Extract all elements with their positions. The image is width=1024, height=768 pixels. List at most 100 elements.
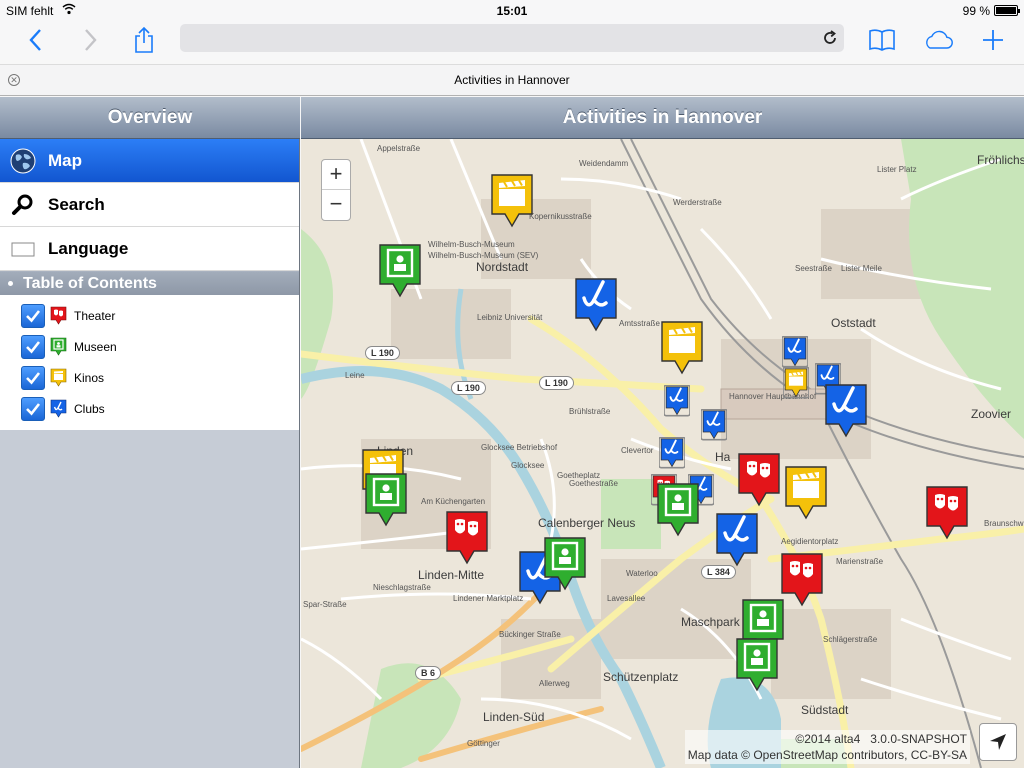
poi-marker-museum[interactable]: [654, 481, 702, 539]
poi-marker-clapperboard[interactable]: [658, 319, 706, 377]
back-button[interactable]: [20, 24, 52, 56]
menu-item-search[interactable]: Search: [0, 183, 299, 227]
poi-marker-saxophone[interactable]: [713, 511, 761, 569]
poi-marker-saxophone[interactable]: [822, 382, 870, 440]
menu-item-label: Map: [48, 150, 82, 170]
open-book-icon: [869, 29, 895, 51]
saxophone-icon: [825, 384, 867, 438]
clock: 15:01: [496, 4, 528, 18]
battery-fill: [996, 7, 1016, 14]
bookmarks-button[interactable]: [866, 24, 898, 56]
zoom-control: + −: [321, 159, 351, 221]
poi-marker-saxophone[interactable]: [781, 335, 809, 368]
menu-item-label: Search: [48, 194, 105, 214]
zoom-in-button[interactable]: +: [322, 160, 350, 190]
sidebar-title: Overview: [0, 97, 300, 139]
poi-marker-museum[interactable]: [541, 535, 589, 593]
poi-marker-saxophone[interactable]: [663, 384, 691, 417]
poi-marker-museum[interactable]: [362, 471, 410, 529]
layer-label: Theater: [74, 308, 116, 323]
battery-percent: 99 %: [962, 4, 990, 18]
layer-row-clubs[interactable]: Clubs: [0, 393, 299, 424]
clapperboard-icon: [50, 368, 67, 387]
version-text: 3.0.0-SNAPSHOT: [870, 732, 967, 746]
layer-label: Kinos: [74, 370, 105, 385]
copyright-text: ©2014 alta4: [795, 732, 861, 746]
poi-marker-theater-masks[interactable]: [735, 451, 783, 509]
forward-button[interactable]: [74, 24, 106, 56]
clapperboard-icon: [661, 321, 703, 375]
zoom-out-button[interactable]: −: [322, 190, 350, 220]
bullet-icon: [8, 281, 13, 287]
clapperboard-icon: [491, 174, 533, 228]
map-title: Activities in Hannover: [301, 97, 1024, 139]
poi-marker-theater-masks[interactable]: [443, 509, 491, 567]
saxophone-icon: [50, 399, 67, 418]
layer-row-museen[interactable]: Museen: [0, 331, 299, 362]
saxophone-icon: [658, 436, 686, 469]
poi-marker-saxophone[interactable]: [572, 276, 620, 334]
layer-list: Theater Museen Kinos Clubs: [0, 295, 299, 430]
reload-icon[interactable]: [822, 30, 838, 46]
layer-checkbox[interactable]: [21, 303, 45, 328]
theater-masks-icon: [446, 511, 488, 565]
checkmark-icon: [26, 309, 41, 322]
checkmark-icon: [26, 340, 41, 353]
back-chevron-icon: [29, 29, 41, 51]
layer-checkbox[interactable]: [21, 365, 45, 390]
saxophone-icon: [575, 278, 617, 332]
status-bar: SIM fehlt 15:01 99 %: [0, 0, 1024, 20]
forward-chevron-icon: [85, 29, 97, 51]
road-badge: L 190: [539, 376, 574, 390]
layer-checkbox[interactable]: [21, 334, 45, 359]
plus-icon: [983, 30, 1003, 50]
layer-row-theater[interactable]: Theater: [0, 300, 299, 331]
new-tab-button[interactable]: [977, 24, 1009, 56]
osm-attribution-text[interactable]: Map data © OpenStreetMap contributors, C…: [688, 747, 967, 763]
locate-button[interactable]: [979, 723, 1017, 761]
poi-marker-theater-masks[interactable]: [923, 484, 971, 542]
icloud-tabs-button[interactable]: [922, 24, 954, 56]
magnifier-icon: [12, 194, 33, 215]
checkmark-icon: [26, 402, 41, 415]
saxophone-icon: [663, 384, 691, 417]
museum-icon: [379, 244, 421, 298]
flag-icon: [11, 242, 35, 257]
battery-icon: [994, 5, 1020, 16]
poi-marker-clapperboard[interactable]: [782, 464, 830, 522]
address-bar[interactable]: [180, 24, 844, 52]
map-view[interactable]: Nordstadt Oststadt Zoovier Calenberger N…: [301, 139, 1024, 768]
browser-toolbar: [0, 20, 1024, 60]
share-button[interactable]: [128, 24, 160, 56]
layer-label: Clubs: [74, 401, 105, 416]
road-badge: L 190: [365, 346, 400, 360]
clapperboard-icon: [785, 466, 827, 520]
poi-marker-museum[interactable]: [376, 242, 424, 300]
globe-icon: [10, 148, 36, 174]
poi-marker-saxophone[interactable]: [658, 436, 686, 469]
location-arrow-icon: [990, 734, 1006, 750]
toc-header: Table of Contents: [0, 271, 299, 295]
museum-icon: [544, 537, 586, 591]
menu-item-label: Language: [48, 238, 129, 258]
share-icon: [135, 26, 153, 53]
menu-item-language[interactable]: Language: [0, 227, 299, 271]
checkmark-icon: [26, 371, 41, 384]
layer-row-kinos[interactable]: Kinos: [0, 362, 299, 393]
sidebar: Map Search Language Table of Contents Th…: [0, 139, 300, 768]
museum-icon: [657, 483, 699, 537]
museum-icon: [365, 473, 407, 527]
road-badge: B 6: [415, 666, 442, 680]
poi-marker-saxophone[interactable]: [700, 408, 728, 441]
layer-checkbox[interactable]: [21, 396, 45, 421]
museum-icon: [50, 337, 67, 356]
cloud-icon: [926, 30, 953, 49]
museum-icon: [736, 638, 778, 692]
poi-marker-clapperboard[interactable]: [782, 366, 810, 399]
menu-item-map[interactable]: Map: [0, 139, 299, 183]
poi-marker-museum[interactable]: [733, 636, 781, 694]
clapperboard-icon: [782, 366, 810, 399]
tab-title[interactable]: Activities in Hannover: [0, 73, 1024, 87]
poi-marker-clapperboard[interactable]: [488, 172, 536, 230]
layer-label: Museen: [74, 339, 117, 354]
